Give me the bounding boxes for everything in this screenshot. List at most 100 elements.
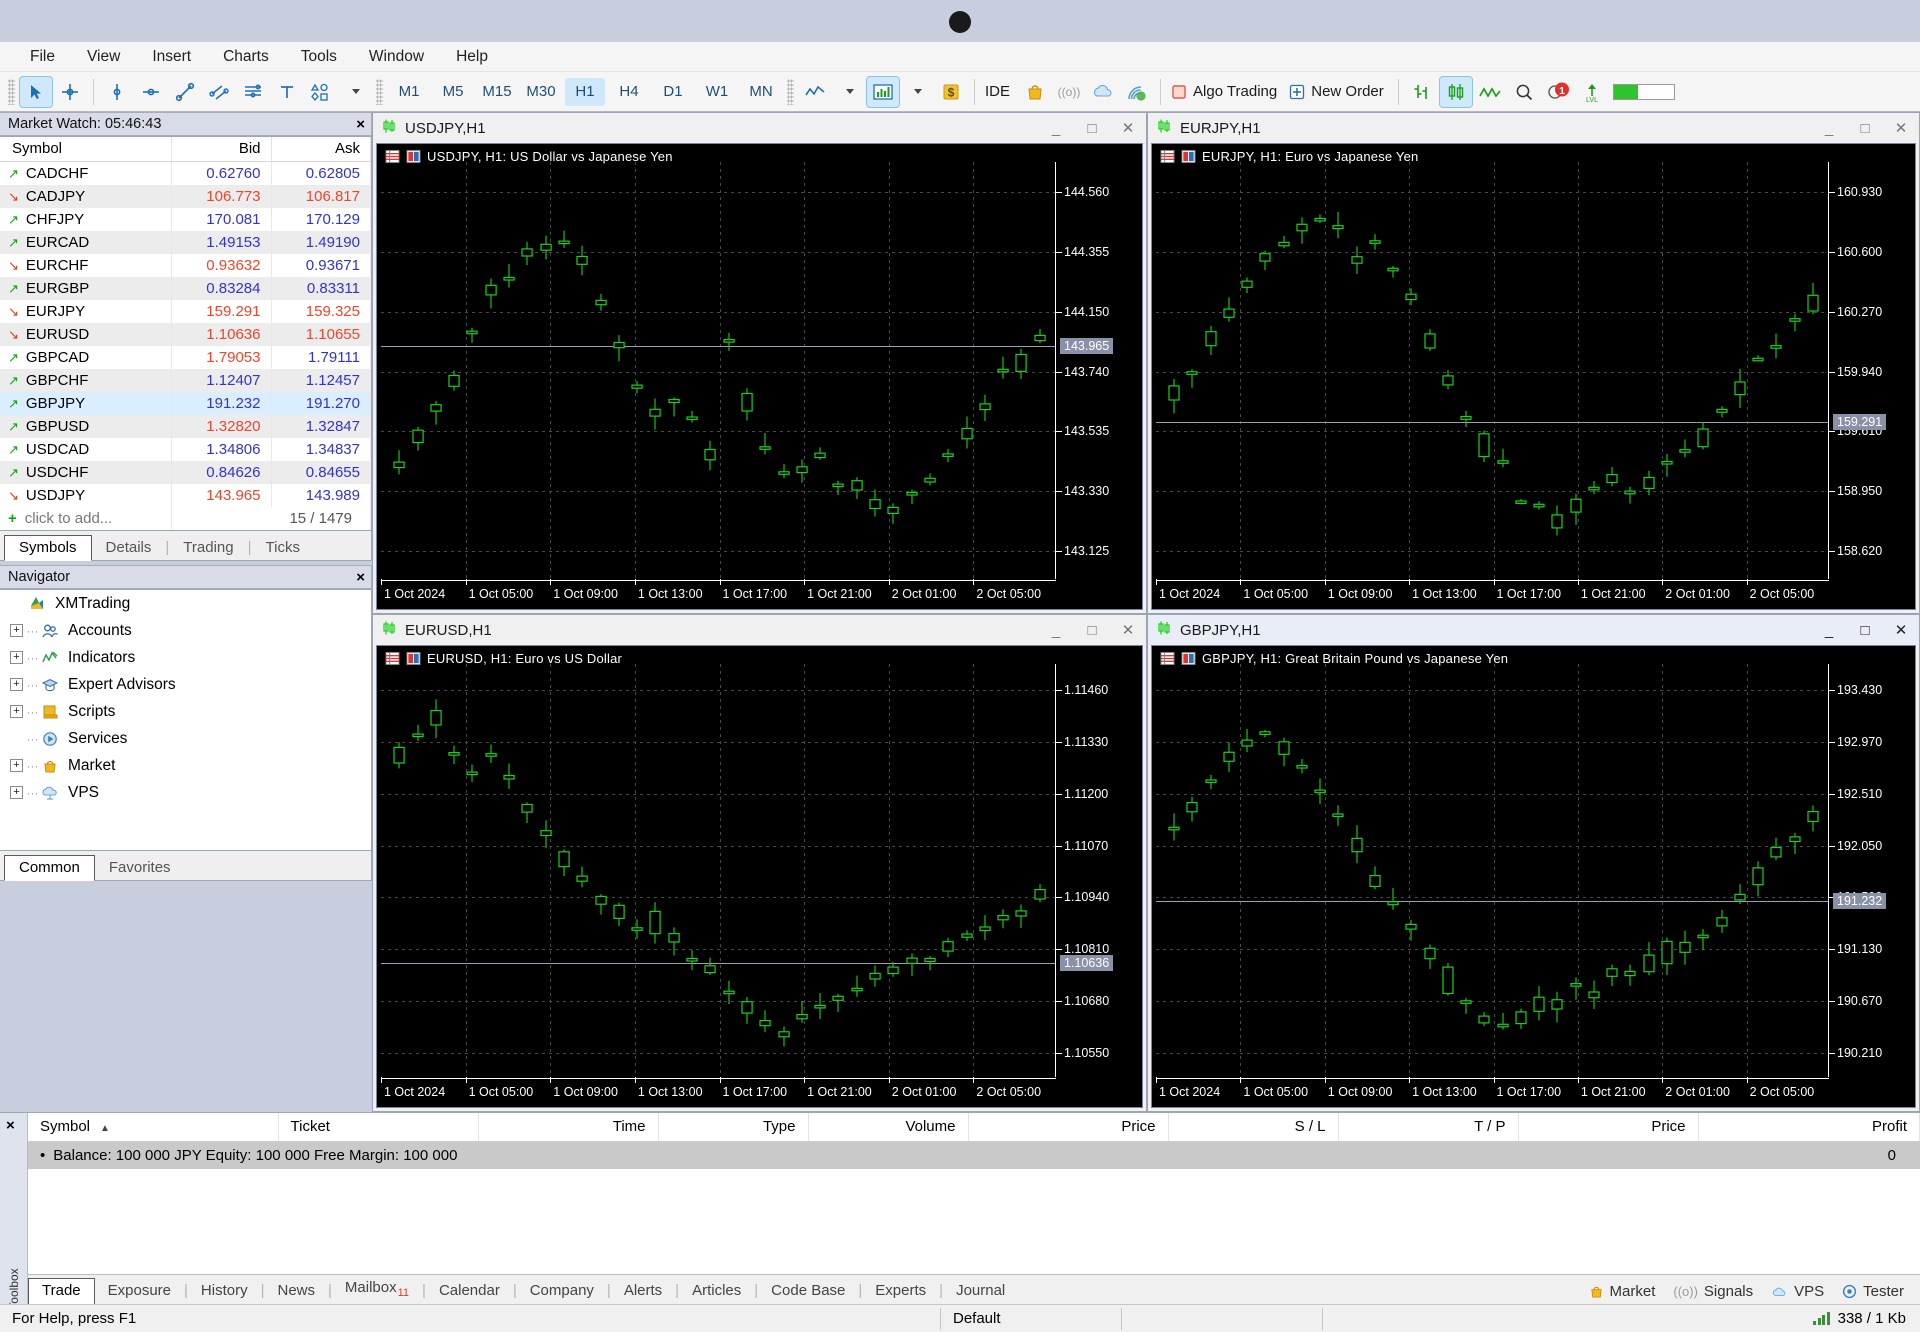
candlestick-chart-button[interactable] (1438, 75, 1473, 108)
chart-price-axis[interactable]: 160.930 160.600 160.270 159.940 159.610 158.9… (1829, 162, 1915, 579)
tree-expander[interactable]: + (10, 651, 23, 664)
chart-plot-area[interactable] (381, 162, 1056, 579)
toolbox-tab-news[interactable]: News (265, 1279, 329, 1304)
shapes-tool-button[interactable] (305, 77, 337, 107)
menu-window[interactable]: Window (353, 44, 440, 70)
navigator-close-icon[interactable]: × (356, 569, 365, 586)
toolbox-tab-company[interactable]: Company (517, 1279, 607, 1304)
chart-time-axis[interactable]: 1 Oct 2024 1 Oct 05:00 1 Oct 09:00 1 Oct 13… (1156, 579, 1829, 605)
market-bag-icon[interactable] (1019, 77, 1051, 107)
market-watch-row[interactable]: ↘ USDJPY 143.965 143.989 (0, 484, 371, 507)
chart-plot-area[interactable] (1156, 162, 1829, 579)
market-watch-row[interactable]: ↘ EURCHF 0.93632 0.93671 (0, 254, 371, 277)
chart-close-button[interactable]: ✕ (1887, 619, 1915, 641)
chart-close-button[interactable]: ✕ (1887, 117, 1915, 139)
market-watch-row[interactable]: ↘ EURUSD 1.10636 1.10655 (0, 323, 371, 346)
toolbox-tab-codebase[interactable]: Code Base (758, 1279, 858, 1304)
market-watch-row[interactable]: ↗ USDCAD 1.34806 1.34837 (0, 438, 371, 461)
toolbar-grip-2[interactable] (376, 78, 383, 105)
market-watch-row[interactable]: ↗ CHFJPY 170.081 170.129 (0, 208, 371, 231)
chart-window-eurusd[interactable]: EURUSD,H1 _ □ ✕ EURUSD, H1: Euro vs US Dolla… (372, 614, 1147, 1112)
chart-window-titlebar[interactable]: GBPJPY,H1 _ □ ✕ (1148, 615, 1919, 645)
chart-window-gbpjpy[interactable]: GBPJPY,H1 _ □ ✕ GBPJPY, H1: Great Britain Po… (1147, 614, 1920, 1112)
navigator-item-xmtrading[interactable]: XMTrading (0, 590, 371, 617)
chart-canvas[interactable]: EURUSD, H1: Euro vs US Dollar 1.11460 1.11… (376, 645, 1143, 1108)
tab-ticks[interactable]: Ticks (252, 536, 314, 560)
tab-trading[interactable]: Trading (169, 536, 247, 560)
menu-file[interactable]: File (14, 44, 71, 70)
shapes-dropdown-button[interactable] (339, 77, 371, 107)
chart-minimize-button[interactable]: _ (1042, 619, 1070, 641)
radar-icon[interactable] (1121, 77, 1153, 107)
tab-details[interactable]: Details (92, 536, 166, 560)
toolbar-grip[interactable] (8, 78, 15, 105)
notifications-button[interactable]: 1 (1542, 77, 1574, 107)
ide-button[interactable]: IDE (981, 77, 1018, 107)
market-watch-row[interactable]: ↗ GBPCHF 1.12407 1.12457 (0, 369, 371, 392)
search-icon[interactable] (1508, 77, 1540, 107)
timeframe-d1[interactable]: D1 (653, 78, 693, 106)
menu-help[interactable]: Help (440, 44, 504, 70)
col-price-2[interactable]: Price (1518, 1113, 1699, 1142)
chart-window-titlebar[interactable]: EURUSD,H1 _ □ ✕ (373, 615, 1146, 645)
vertical-line-tool-button[interactable] (101, 77, 133, 107)
market-watch-row[interactable]: ↗ EURCAD 1.49153 1.49190 (0, 231, 371, 254)
market-watch-close-icon[interactable]: × (356, 116, 365, 133)
menu-charts[interactable]: Charts (207, 44, 285, 70)
chart-maximize-button[interactable]: □ (1851, 619, 1879, 641)
market-watch-row[interactable]: ↗ GBPUSD 1.32820 1.32847 (0, 415, 371, 438)
chart-canvas[interactable]: USDJPY, H1: US Dollar vs Japanese Yen 144… (376, 143, 1143, 610)
chart-maximize-button[interactable]: □ (1078, 117, 1106, 139)
toolbox-tab-mailbox[interactable]: Mailbox11 (332, 1276, 422, 1304)
timeframe-m30[interactable]: M30 (521, 78, 561, 106)
menu-insert[interactable]: Insert (136, 44, 207, 70)
timeframe-m1[interactable]: M1 (389, 78, 429, 106)
fibonacci-tool-button[interactable] (237, 77, 269, 107)
line-chart-button[interactable] (799, 77, 831, 107)
toolbox-tab-exposure[interactable]: Exposure (95, 1279, 184, 1304)
cursor-tool-button[interactable] (19, 75, 53, 108)
toolbar-grip-3[interactable] (787, 78, 794, 105)
chart-time-axis[interactable]: 1 Oct 2024 1 Oct 05:00 1 Oct 09:00 1 Oct 13… (1156, 1077, 1829, 1103)
menu-view[interactable]: View (71, 44, 136, 70)
click-to-add-cell[interactable]: + click to add... (0, 507, 173, 530)
col-tp[interactable]: T / P (1338, 1113, 1519, 1142)
navigator-item-scripts[interactable]: + ··· Scripts (0, 698, 371, 725)
col-price[interactable]: Price (968, 1113, 1169, 1142)
currency-button[interactable]: $ (935, 77, 967, 107)
col-symbol[interactable]: Symbol ▲ (28, 1113, 279, 1142)
toolbox-tab-trade[interactable]: Trade (28, 1278, 95, 1305)
templates-button[interactable] (866, 75, 900, 108)
tab-favorites[interactable]: Favorites (95, 856, 185, 880)
timeframe-mn[interactable]: MN (741, 78, 781, 106)
column-header-symbol[interactable]: Symbol (0, 137, 173, 162)
navigator-item-vps[interactable]: + ··· VPS (0, 779, 371, 806)
chart-window-titlebar[interactable]: EURJPY,H1 _ □ ✕ (1148, 113, 1919, 143)
chart-plot-area[interactable] (381, 664, 1056, 1077)
toolbox-tab-journal[interactable]: Journal (943, 1279, 1018, 1304)
market-watch-row[interactable]: ↗ GBPJPY 191.232 191.270 (0, 392, 371, 415)
toolbox-close-icon[interactable]: × (6, 1117, 15, 1134)
tab-symbols[interactable]: Symbols (4, 535, 92, 561)
col-time[interactable]: Time (478, 1113, 659, 1142)
chart-minimize-button[interactable]: _ (1815, 619, 1843, 641)
chart-type-dropdown-button[interactable] (833, 77, 865, 107)
signals-link[interactable]: ((o)) Signals (1673, 1283, 1753, 1300)
chart-time-axis[interactable]: 1 Oct 2024 1 Oct 05:00 1 Oct 09:00 1 Oct 13… (381, 1077, 1056, 1103)
chart-maximize-button[interactable]: □ (1078, 619, 1106, 641)
market-watch-row[interactable]: ↗ EURGBP 0.83284 0.83311 (0, 277, 371, 300)
timeframe-m15[interactable]: M15 (477, 78, 517, 106)
trendline-tool-button[interactable] (169, 77, 201, 107)
chart-price-axis[interactable]: 144.560 144.355 144.150 143.740 143.535 143.3… (1056, 162, 1142, 579)
timeframe-w1[interactable]: W1 (697, 78, 737, 106)
chart-canvas[interactable]: EURJPY, H1: Euro vs Japanese Yen 160.930 1… (1151, 143, 1916, 610)
crosshair-tool-button[interactable] (54, 77, 86, 107)
col-ticket[interactable]: Ticket (278, 1113, 479, 1142)
text-tool-button[interactable] (271, 77, 303, 107)
chart-close-button[interactable]: ✕ (1114, 117, 1142, 139)
toolbox-tab-calendar[interactable]: Calendar (426, 1279, 513, 1304)
navigator-item-market[interactable]: + ··· Market (0, 752, 371, 779)
market-watch-row[interactable]: ↗ CADCHF 0.62760 0.62805 (0, 161, 371, 185)
timeframe-h4[interactable]: H4 (609, 78, 649, 106)
tree-expander[interactable]: + (10, 759, 23, 772)
